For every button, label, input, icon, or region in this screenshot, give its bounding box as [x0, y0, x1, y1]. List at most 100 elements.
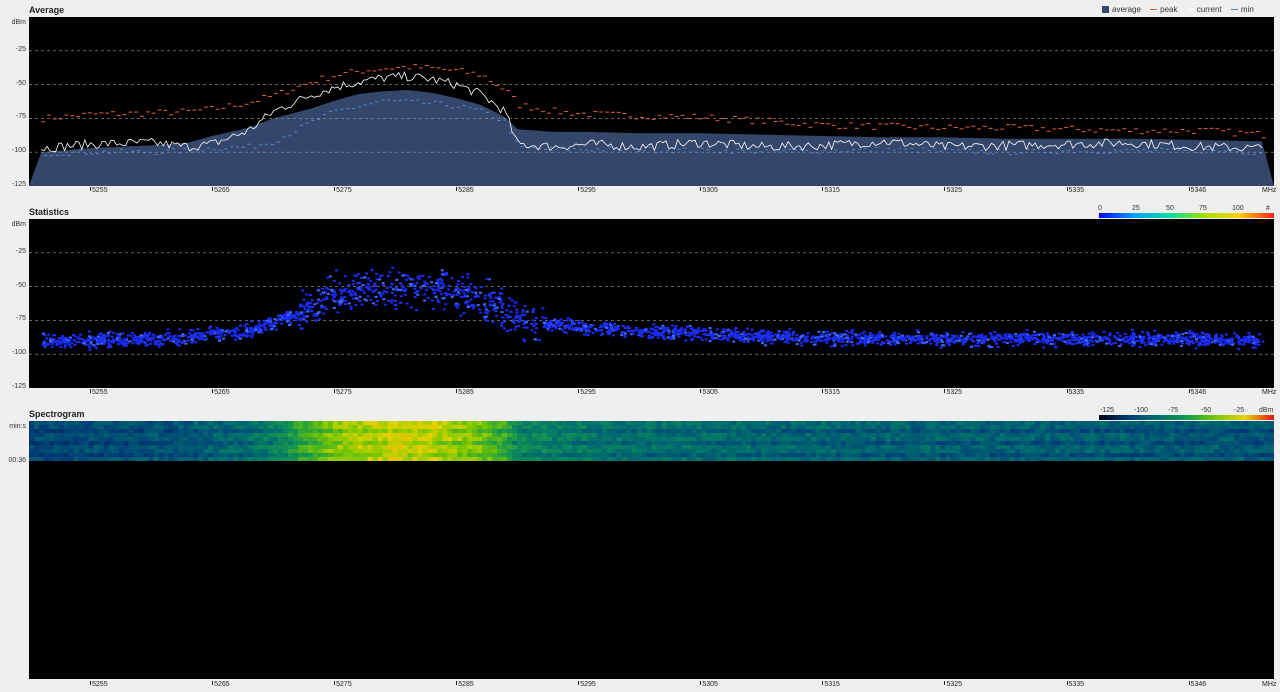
- spectrogram-cell: [382, 429, 389, 433]
- spectrogram-cell: [392, 421, 399, 425]
- stat-point: [946, 338, 950, 341]
- stat-point: [342, 290, 346, 293]
- stat-point: [48, 337, 52, 340]
- stat-point: [1082, 344, 1086, 347]
- spectrogram-cell: [1139, 421, 1146, 425]
- spectrogram-cell: [337, 433, 344, 437]
- stat-point: [405, 302, 409, 305]
- stat-point: [600, 329, 604, 331]
- stat-point: [637, 333, 641, 336]
- stat-point: [941, 340, 945, 343]
- spectrogram-cell: [457, 421, 463, 425]
- spectrogram-cell: [63, 421, 70, 425]
- spectrogram-cell: [198, 429, 204, 433]
- stat-point: [367, 283, 371, 286]
- spectrogram-cell: [1039, 425, 1046, 429]
- spectrogram-cell: [317, 421, 324, 425]
- spectrogram-cell: [472, 441, 478, 445]
- spectrogram-cell: [1229, 445, 1235, 449]
- stat-point: [759, 330, 763, 333]
- spectrogram-cell: [337, 425, 344, 429]
- stat-point: [809, 341, 813, 343]
- spectrogram-cell: [1119, 441, 1126, 445]
- stat-point: [829, 337, 833, 340]
- spectrogram-cell: [995, 433, 1001, 437]
- stat-point: [208, 325, 212, 328]
- spectrogram-cell: [1035, 445, 1041, 449]
- spectrogram-cell: [850, 433, 857, 437]
- spectrogram-cell: [830, 421, 837, 425]
- spectrogram-cell: [263, 421, 269, 425]
- spectrogram-cell: [706, 441, 712, 445]
- stat-point: [1163, 336, 1167, 339]
- spectrogram-cell: [671, 441, 677, 445]
- spectrogram-cell: [263, 437, 269, 441]
- spectrogram-cell: [427, 437, 433, 441]
- spectrogram-cell: [1089, 437, 1096, 441]
- spectrogram-cell: [1030, 421, 1036, 425]
- stat-point: [1242, 343, 1246, 346]
- stat-point: [935, 344, 939, 346]
- stat-point: [347, 302, 351, 305]
- spectrogram-cell: [153, 445, 160, 449]
- stat-point: [779, 338, 782, 341]
- spectrogram-cell: [1189, 425, 1195, 429]
- spectrogram-cell: [218, 437, 224, 441]
- stat-point: [502, 327, 506, 330]
- stat-point: [530, 329, 534, 332]
- stat-point: [745, 333, 749, 336]
- spectrogram-cell: [1069, 425, 1076, 429]
- stat-point: [534, 327, 538, 330]
- spectrogram-cell: [586, 445, 593, 449]
- spectrogram-plot[interactable]: [29, 421, 1274, 679]
- spectrogram-cell: [193, 437, 199, 441]
- stat-point: [326, 276, 330, 279]
- spectrogram-cell: [1149, 445, 1156, 449]
- stat-point: [434, 282, 438, 285]
- spectrogram-cell: [855, 421, 862, 425]
- spectrogram-cell: [273, 421, 279, 425]
- spectrogram-cell: [537, 449, 543, 453]
- spectrogram-cell: [113, 445, 120, 449]
- stat-point: [367, 277, 371, 280]
- stat-point: [1028, 338, 1031, 341]
- spectrogram-cell: [895, 429, 902, 433]
- spectrogram-cell: [283, 449, 289, 453]
- spectrogram-cell: [113, 421, 120, 425]
- spectrogram-cell: [631, 433, 638, 437]
- spectrogram-cell: [815, 433, 822, 437]
- spectrogram-cell: [128, 441, 135, 445]
- stat-point: [1245, 335, 1249, 338]
- spectrogram-cell: [721, 433, 727, 437]
- spectrogram-cell: [646, 425, 653, 429]
- spectrogram-cell: [930, 437, 936, 441]
- spectrogram-cell: [681, 425, 687, 429]
- spectrogram-cell: [83, 441, 90, 445]
- spectrogram-cell: [1149, 425, 1156, 429]
- spectrogram-cell: [188, 421, 194, 425]
- spectrogram-cell: [1229, 441, 1235, 445]
- spectrogram-cell: [1049, 433, 1056, 437]
- spectrogram-cell: [482, 421, 488, 425]
- stat-point: [1083, 337, 1087, 340]
- spectrogram-cell: [756, 449, 762, 453]
- statistics-plot[interactable]: [29, 219, 1274, 388]
- average-plot[interactable]: [29, 17, 1274, 186]
- stat-point: [1200, 331, 1204, 334]
- spectrogram-cell: [945, 429, 951, 433]
- stat-point: [298, 305, 302, 308]
- stat-point: [1095, 334, 1099, 337]
- stat-point: [403, 290, 407, 292]
- spectrogram-cell: [1084, 425, 1091, 429]
- spectrogram-cell: [427, 445, 433, 449]
- spectrogram-cell: [1114, 425, 1121, 429]
- spectrogram-cell: [253, 445, 259, 449]
- stat-point: [359, 276, 363, 279]
- spectrogram-cell: [1020, 441, 1026, 445]
- spectrogram-cell: [551, 441, 558, 445]
- stat-point: [353, 292, 357, 294]
- stat-point: [390, 291, 394, 294]
- spectrogram-cell: [1010, 445, 1016, 449]
- stat-point: [441, 283, 445, 286]
- spectrogram-cell: [283, 421, 289, 425]
